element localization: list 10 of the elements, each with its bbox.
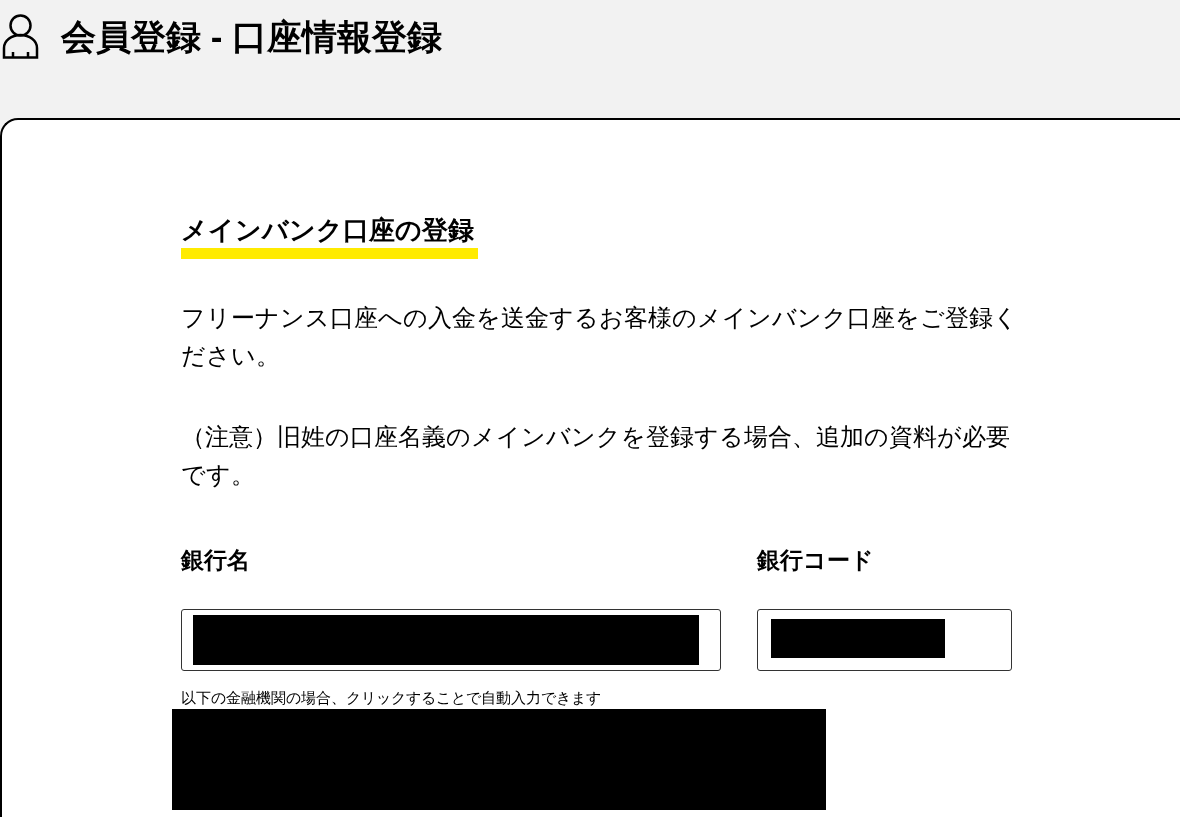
user-icon	[2, 14, 39, 59]
field-label: 銀行コード	[757, 546, 875, 575]
page-title: 会員登録 - 口座情報登録	[61, 16, 443, 58]
section-heading: メインバンク口座の登録	[181, 214, 474, 247]
input-field[interactable]	[181, 609, 721, 671]
hint-text: 以下の金融機関の場合、クリックすることで自動入力できます	[181, 688, 601, 708]
input-field[interactable]	[757, 609, 1012, 671]
info-paragraph: フリーナンス口座への入金を送金するお客様のメインバンク口座をご登録ください。	[181, 303, 1019, 371]
field-label: 銀行名	[181, 546, 251, 575]
info-paragraph: （注意）旧姓の口座名義のメインバンクを登録する場合、追加の資料が必要です。	[181, 422, 1011, 490]
